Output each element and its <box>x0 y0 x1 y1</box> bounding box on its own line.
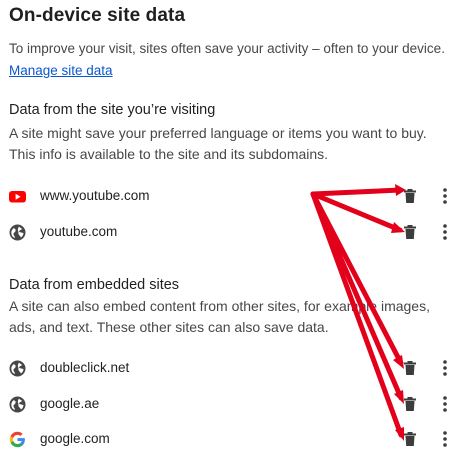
visited-desc-line: A site might save your preferred languag… <box>9 125 427 141</box>
site-row-www-youtube-com: www.youtube.com <box>0 181 468 211</box>
delete-icon[interactable] <box>401 223 419 241</box>
page-title: On-device site data <box>9 5 186 26</box>
site-name: www.youtube.com <box>40 188 150 203</box>
globe-icon <box>9 360 26 377</box>
site-row-google-com: google.com <box>0 424 468 454</box>
visited-desc-line: This info is available to the site and i… <box>9 146 329 162</box>
globe-icon <box>9 396 26 413</box>
embedded-section-description: A site can also embed content from other… <box>9 296 467 338</box>
site-row-doubleclick-net: doubleclick.net <box>0 353 468 383</box>
delete-icon[interactable] <box>401 395 419 413</box>
site-name: google.com <box>40 431 110 446</box>
more-options-icon[interactable] <box>436 222 454 242</box>
site-data-dialog: On-device site data To improve your visi… <box>0 0 468 460</box>
site-row-youtube-com: youtube.com <box>0 217 468 247</box>
delete-icon[interactable] <box>401 359 419 377</box>
site-row-google-ae: google.ae <box>0 389 468 419</box>
more-options-icon[interactable] <box>436 358 454 378</box>
more-options-icon[interactable] <box>436 186 454 206</box>
visited-section-description: A site might save your preferred languag… <box>9 123 467 165</box>
embedded-desc-line: ads, and text. These other sites can als… <box>9 319 329 335</box>
more-options-icon[interactable] <box>436 394 454 414</box>
delete-icon[interactable] <box>401 187 419 205</box>
delete-icon[interactable] <box>401 430 419 448</box>
youtube-icon <box>9 191 26 203</box>
site-name: doubleclick.net <box>40 360 130 375</box>
visited-section-heading: Data from the site you’re visiting <box>9 102 216 118</box>
intro-text: To improve your visit, sites often save … <box>9 41 445 56</box>
site-name: youtube.com <box>40 224 118 239</box>
globe-icon <box>9 224 26 241</box>
google-icon <box>9 431 25 448</box>
embedded-section-heading: Data from embedded sites <box>9 277 180 293</box>
more-options-icon[interactable] <box>436 429 454 449</box>
embedded-desc-line: A site can also embed content from other… <box>9 298 430 314</box>
manage-site-data-link[interactable]: Manage site data <box>9 63 113 78</box>
site-name: google.ae <box>40 396 100 411</box>
